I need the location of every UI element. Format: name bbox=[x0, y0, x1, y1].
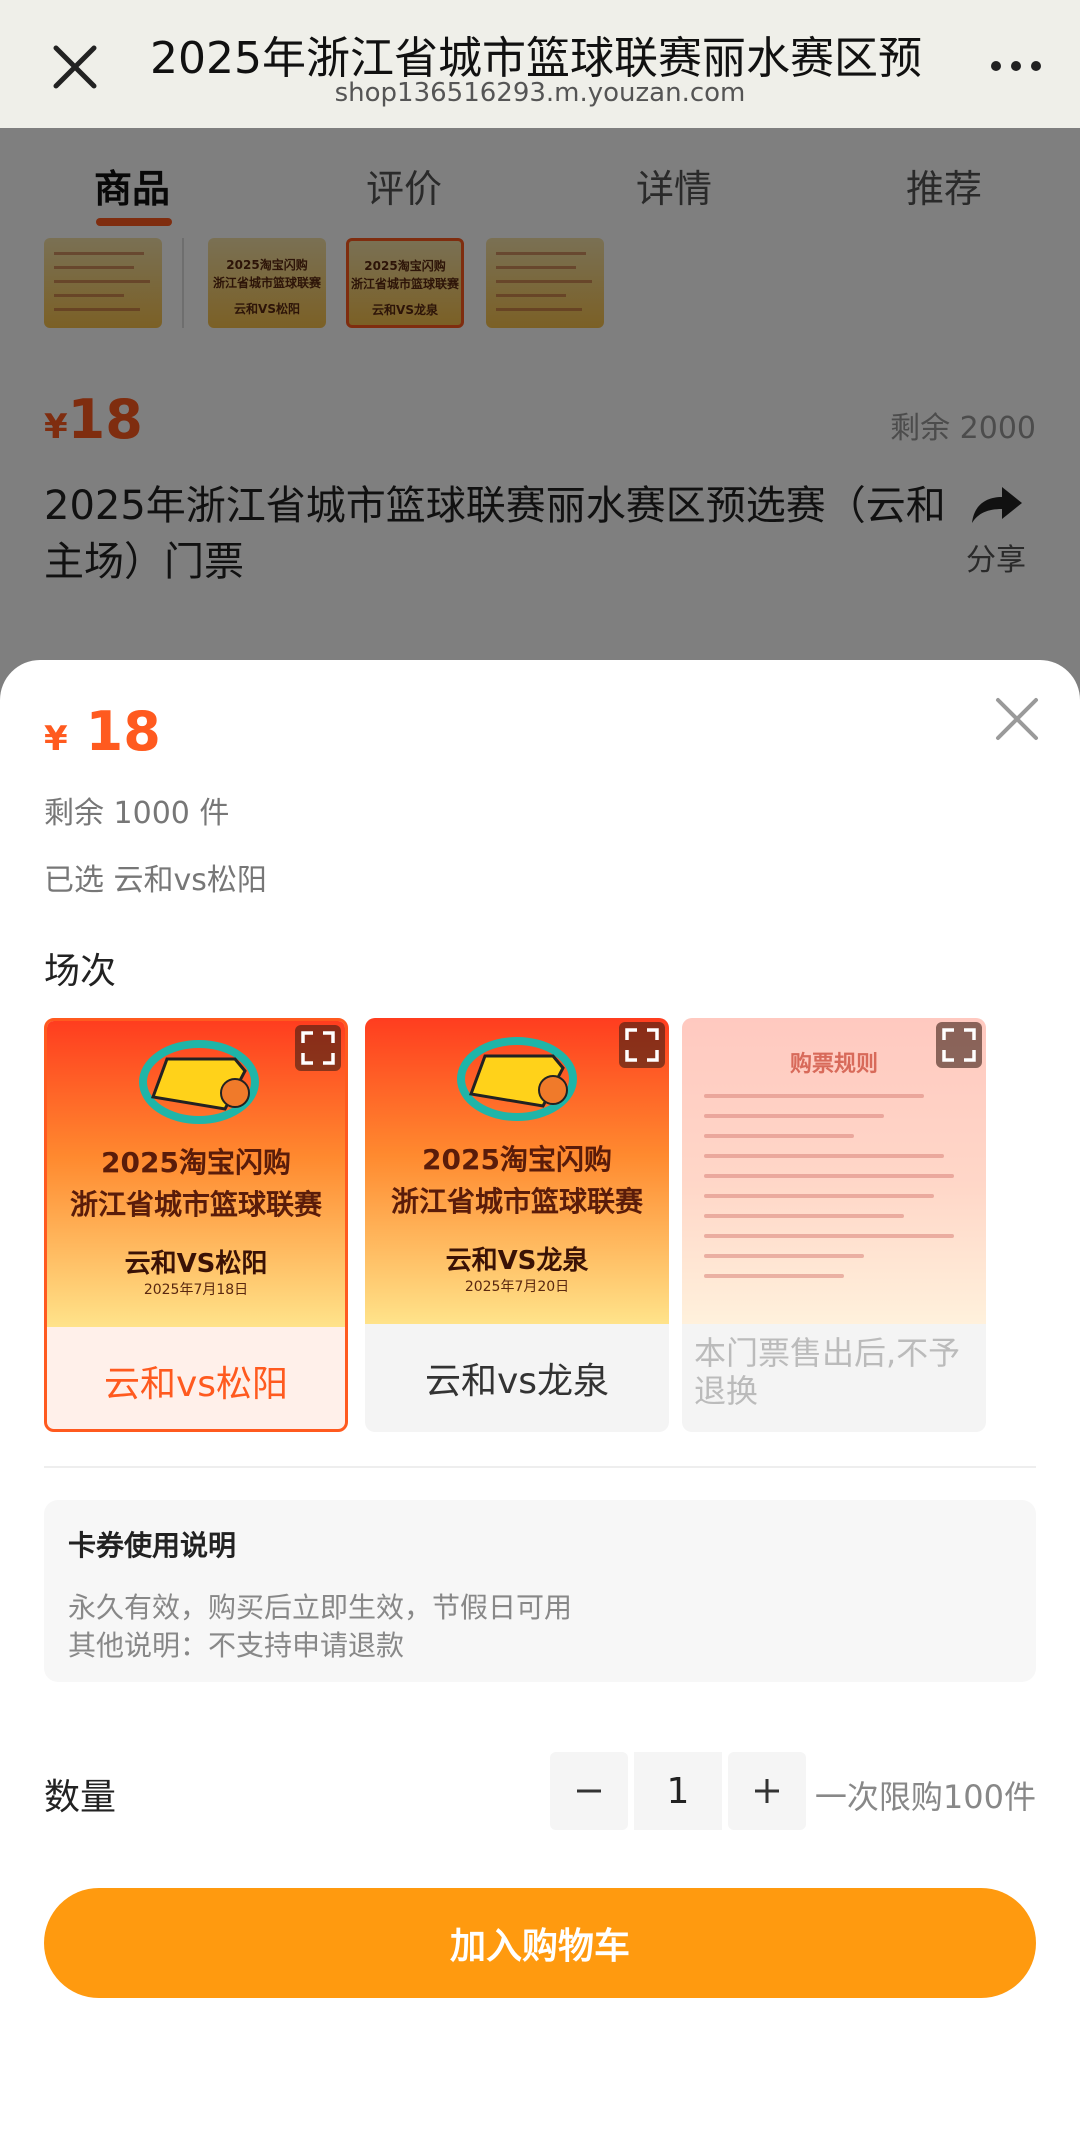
page-url: shop136516293.m.youzan.com bbox=[334, 78, 746, 108]
option-yunhe-vs-longquan[interactable]: 2025淘宝闪购 浙江省城市篮球联赛 云和VS龙泉 2025年7月20日 云和v… bbox=[365, 1018, 669, 1432]
option-label: 云和vs松阳 bbox=[103, 1364, 289, 1405]
expand-icon[interactable] bbox=[936, 1022, 982, 1068]
option-poster: 2025淘宝闪购 浙江省城市篮球联赛 云和VS龙泉 2025年7月20日 bbox=[365, 1018, 669, 1324]
sheet-close-icon[interactable] bbox=[994, 696, 1040, 742]
sku-bottom-sheet: ¥18 剩余 1000 件 已选 云和vs松阳 场次 2025淘宝闪购 浙江省城… bbox=[0, 660, 1080, 2130]
divider bbox=[44, 1466, 1036, 1468]
section-title-session: 场次 bbox=[44, 951, 117, 992]
increment-button[interactable] bbox=[728, 1752, 806, 1830]
quantity-value[interactable]: 1 bbox=[634, 1752, 722, 1830]
decrement-button[interactable] bbox=[550, 1752, 628, 1830]
minus-icon bbox=[577, 1789, 601, 1793]
page-title: 2025年浙江省城市篮球联赛丽水赛区预 bbox=[150, 33, 922, 84]
more-icon[interactable] bbox=[986, 52, 1046, 80]
option-poster: 2025淘宝闪购 浙江省城市篮球联赛 云和VS松阳 2025年7月18日 bbox=[47, 1021, 345, 1327]
option-poster: 购票规则 bbox=[682, 1018, 986, 1324]
plus-icon bbox=[755, 1779, 779, 1803]
quantity-label: 数量 bbox=[44, 1777, 117, 1818]
expand-icon[interactable] bbox=[295, 1025, 341, 1071]
close-icon[interactable] bbox=[48, 40, 102, 94]
option-ticket-rules[interactable]: 购票规则 本门票售出后,不予退换 bbox=[682, 1018, 986, 1432]
option-label: 云和vs龙泉 bbox=[424, 1361, 610, 1402]
basketball-logo-icon bbox=[457, 1037, 577, 1121]
voucher-usage-validity: 永久有效，购买后立即生效，节假日可用 bbox=[68, 1591, 573, 1624]
option-yunhe-vs-songyang[interactable]: 2025淘宝闪购 浙江省城市篮球联赛 云和VS松阳 2025年7月18日 云和v… bbox=[44, 1018, 348, 1432]
add-to-cart-button[interactable]: 加入购物车 bbox=[44, 1888, 1036, 1998]
selected-sku: 已选 云和vs松阳 bbox=[44, 863, 267, 898]
purchase-limit: 一次限购100件 bbox=[814, 1778, 1036, 1816]
sheet-price: ¥18 bbox=[44, 700, 161, 763]
expand-icon[interactable] bbox=[619, 1022, 665, 1068]
option-label: 本门票售出后,不予退换 bbox=[694, 1334, 961, 1410]
basketball-logo-icon bbox=[139, 1040, 259, 1124]
voucher-usage-note: 其他说明：不支持申请退款 bbox=[68, 1629, 405, 1662]
voucher-usage-title: 卡券使用说明 bbox=[68, 1529, 237, 1562]
sheet-stock: 剩余 1000 件 bbox=[44, 796, 230, 831]
browser-top-bar: 2025年浙江省城市篮球联赛丽水赛区预 shop136516293.m.youz… bbox=[0, 0, 1080, 128]
voucher-usage-info: 卡券使用说明 永久有效，购买后立即生效，节假日可用 其他说明：不支持申请退款 bbox=[44, 1500, 1036, 1682]
